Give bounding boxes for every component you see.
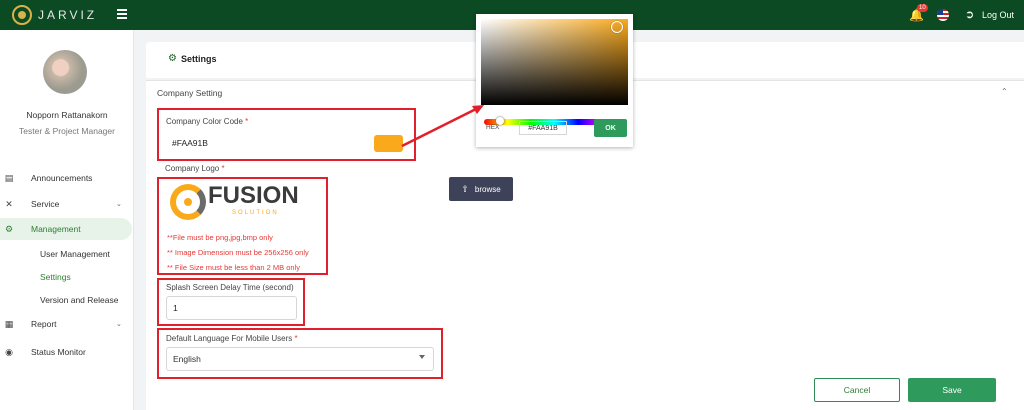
logout-button[interactable]: Log Out [982,10,1014,20]
highlight-box-language [157,328,443,379]
logout-icon[interactable]: ➲ [965,9,974,21]
saturation-value-area[interactable] [481,19,628,105]
section-title: Company Setting [157,88,223,98]
page-title: Settings [181,54,217,64]
sidebar-item-report[interactable]: ▦ Report ⌄ [0,313,134,335]
menu-toggle-icon[interactable] [117,9,127,21]
sidebar: Nopporn Rattanakorn Tester & Project Man… [0,30,134,410]
report-icon: ▦ [4,318,14,329]
notification-badge: 10 [917,4,928,12]
brand-name: JARVIZ [38,8,98,22]
sidebar-item-announcements[interactable]: ▤ Announcements [0,167,134,189]
location-pin-icon: ◉ [5,346,13,357]
gear-icon: ⚙ [4,223,14,234]
sidebar-item-management[interactable]: ⚙ Management [0,218,132,240]
avatar[interactable] [43,50,87,94]
sidebar-item-status-monitor[interactable]: ◉ Status Monitor [0,341,134,363]
saturation-handle[interactable] [611,21,623,33]
sidebar-subitem-version-release[interactable]: Version and Release [40,295,118,305]
sidebar-subitem-settings[interactable]: Settings [40,272,71,282]
chevron-down-icon: ⌄ [116,201,122,208]
browse-button[interactable]: ⇧ browse [449,177,513,201]
highlight-box-splash [157,278,305,326]
chevron-down-icon: ⌄ [116,321,122,328]
upload-icon: ⇧ [461,183,469,194]
highlight-box-logo [157,177,328,275]
sidebar-item-service[interactable]: ✕ Service ⌄ [0,193,134,215]
ok-button[interactable]: OK [594,119,627,137]
jarviz-logo-icon [12,5,32,25]
hex-input[interactable]: #FAA91B [519,121,567,135]
save-button[interactable]: Save [908,378,996,402]
user-role: Tester & Project Manager [19,126,115,136]
chevron-up-icon[interactable]: ⌃ [1001,87,1008,96]
company-logo-label: Company Logo * [165,164,225,173]
announcement-icon: ▤ [4,172,14,183]
annotation-arrow-icon [401,105,484,148]
us-flag-icon[interactable] [937,9,949,21]
user-name: Nopporn Rattanakorn [26,110,108,120]
highlight-box-color [157,108,416,161]
cancel-button[interactable]: Cancel [814,378,900,402]
tools-icon: ✕ [5,198,13,209]
sidebar-subitem-user-management[interactable]: User Management [40,249,110,259]
gear-icon: ⚙ [168,53,177,64]
